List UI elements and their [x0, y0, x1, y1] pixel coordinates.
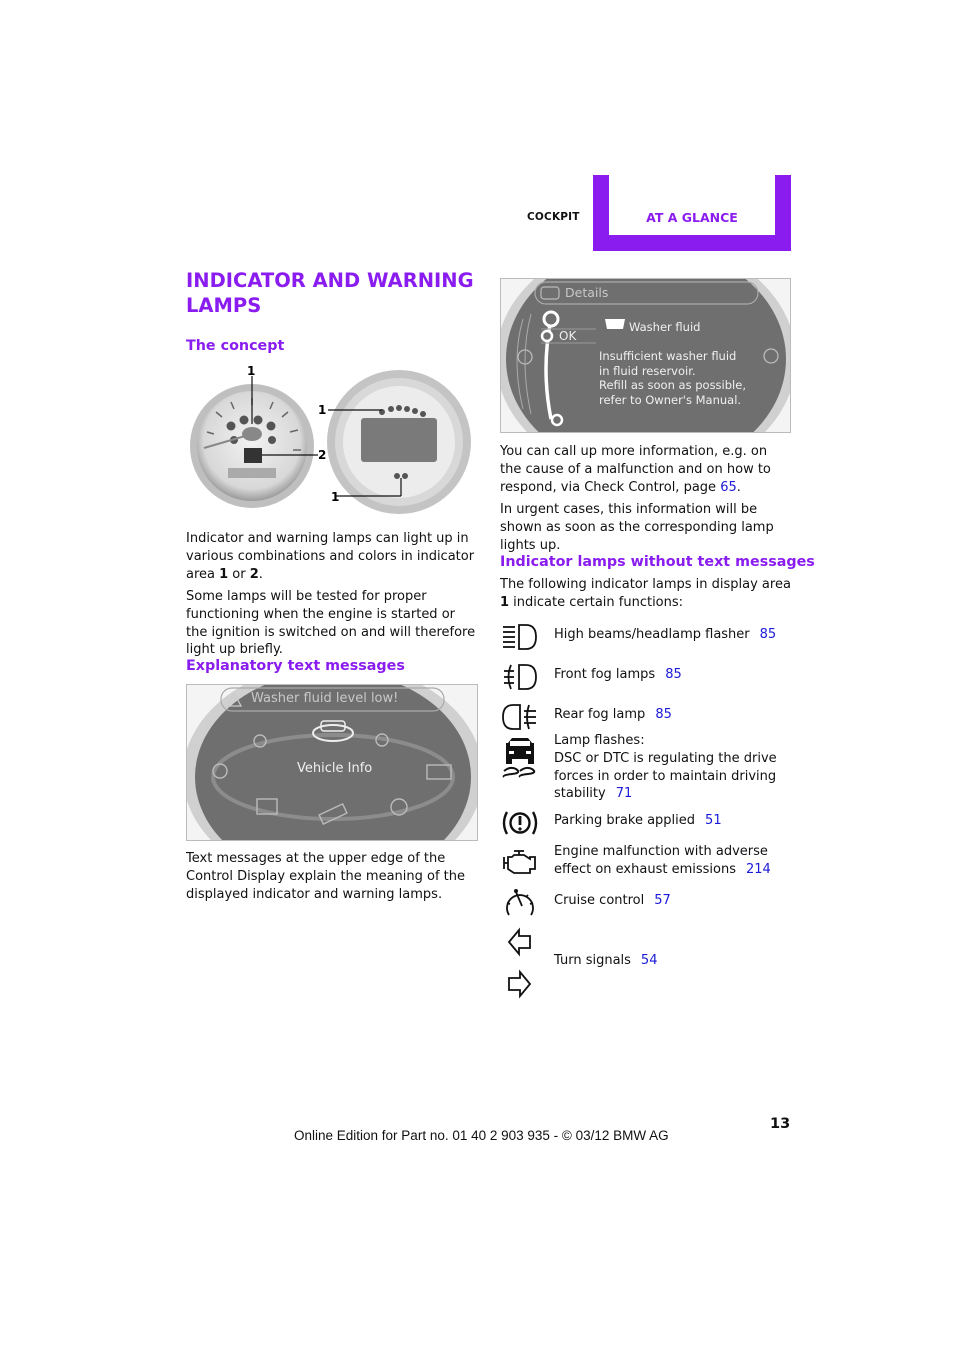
- check-control-details-figure: Details OK Washer fluid Insufficient was…: [500, 278, 791, 433]
- lamp-item: Lamp flashes: DSC or DTC is regulating t…: [500, 732, 800, 804]
- page-number: 13: [770, 1116, 791, 1132]
- instrument-cluster-figure: 1 1 1 2: [186, 362, 478, 522]
- concept-heading: The concept: [186, 338, 285, 354]
- page-link[interactable]: 57: [654, 893, 671, 908]
- explanatory-paragraph: Text messages at the upper edge of the C…: [186, 851, 466, 902]
- rear-fog-icon: [502, 704, 536, 730]
- turn-signal-icon: [507, 927, 532, 999]
- ok-option: OK: [559, 329, 577, 343]
- lamp-item: Engine malfunction with adverse effect o…: [500, 843, 800, 879]
- lamps-intro: The following indicator lamps in display…: [500, 577, 791, 610]
- section-label: COCKPIT: [527, 211, 580, 223]
- callout-1-speedo-top: 1: [318, 403, 326, 417]
- check-control-paragraph: You can call up more information, e.g. o…: [500, 444, 771, 495]
- high-beam-icon: [503, 624, 537, 650]
- concept-paragraph-1: Indicator and warning lamps can light up…: [186, 531, 475, 582]
- page-link[interactable]: 85: [760, 627, 777, 642]
- parking-brake-icon: [502, 811, 538, 835]
- lamp-item: Front fog lamps 85: [500, 662, 800, 692]
- callout-1-speedo-bottom: 1: [331, 490, 339, 504]
- urgent-paragraph: In urgent cases, this information will b…: [500, 502, 774, 553]
- explanatory-heading: Explanatory text messages: [186, 658, 405, 674]
- footer-text: Online Edition for Part no. 01 40 2 903 …: [294, 1128, 669, 1143]
- callout-2: 2: [318, 448, 326, 462]
- chapter-tab-label: AT A GLANCE: [646, 209, 738, 225]
- warning-message: Washer fluid level low!: [251, 691, 399, 706]
- lamp-item: High beams/headlamp flasher 85: [500, 622, 800, 652]
- lamp-item: Cruise control 57: [500, 886, 800, 920]
- cruise-control-icon: [506, 889, 534, 916]
- page-link[interactable]: 54: [641, 953, 658, 968]
- dsc-icon: [502, 738, 536, 778]
- details-header: Details: [565, 285, 609, 300]
- lamp-item: Parking brake applied 51: [500, 808, 800, 838]
- concept-paragraph-2: Some lamps will be tested for proper fun…: [186, 589, 476, 658]
- chapter-tab[interactable]: AT A GLANCE: [593, 175, 791, 251]
- washer-fluid-title: Washer fluid: [629, 320, 701, 334]
- callout-1-top: 1: [247, 364, 255, 378]
- page-link[interactable]: 51: [705, 813, 722, 828]
- lamps-heading: Indicator lamps without text messages: [500, 554, 815, 570]
- page-link[interactable]: 85: [665, 667, 682, 682]
- page-link[interactable]: 214: [746, 862, 771, 877]
- lamp-item: Rear fog lamp 85: [500, 702, 800, 732]
- page-title: INDICATOR AND WARNING LAMPS: [186, 269, 474, 317]
- control-display-menu-figure: Washer fluid level low! Vehicle Info: [186, 684, 478, 841]
- page-link[interactable]: 71: [616, 786, 633, 801]
- lamp-item: Turn signals 54: [500, 926, 800, 1002]
- details-message: Insufficient washer fluid in fluid reser…: [599, 349, 746, 407]
- front-fog-icon: [504, 664, 537, 690]
- page-link-65[interactable]: 65: [720, 480, 737, 495]
- vehicle-info-label: Vehicle Info: [297, 761, 373, 776]
- engine-icon: [503, 850, 536, 874]
- page-link[interactable]: 85: [655, 707, 672, 722]
